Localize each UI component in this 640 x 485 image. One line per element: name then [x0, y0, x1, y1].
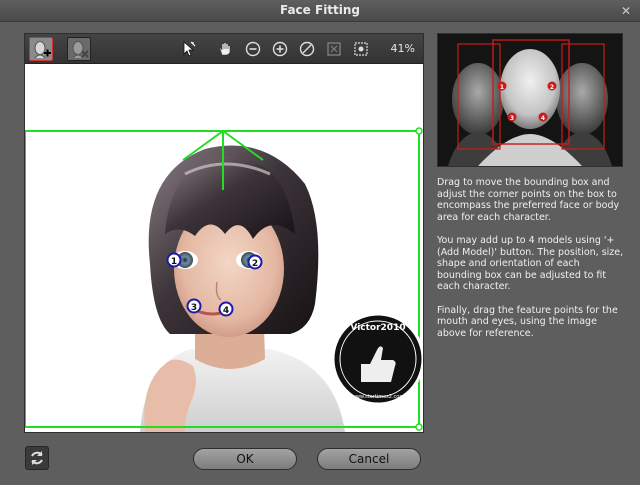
cancel-button[interactable]: Cancel: [317, 448, 421, 470]
select-pointer-icon[interactable]: [181, 41, 197, 57]
face-image[interactable]: 1 2 3 4 Victor2010 www.startimes2.com: [25, 64, 423, 432]
bounding-box-corner[interactable]: [415, 423, 423, 431]
feature-point-1-label: 1: [171, 257, 177, 267]
watermark-text: Victor2010: [350, 323, 405, 333]
fit-icon[interactable]: [326, 41, 342, 57]
refresh-icon: [31, 451, 43, 465]
reference-image: 1 2 3 4: [437, 33, 623, 167]
svg-text:3: 3: [510, 115, 514, 122]
help-paragraph-1: Drag to move the bounding box and adjust…: [437, 177, 620, 223]
viewer-toolbar: 41%: [25, 34, 423, 64]
reset-icon[interactable]: [299, 41, 315, 57]
svg-text:1: 1: [500, 84, 504, 91]
title-bar: Face Fitting ✕: [0, 0, 640, 22]
fit-to-window-icon[interactable]: [353, 41, 369, 57]
bounding-box-corner[interactable]: [415, 127, 423, 135]
watermark-logo: Victor2010 www.startimes2.com: [331, 312, 423, 406]
zoom-in-icon[interactable]: [272, 41, 288, 57]
feature-point-1[interactable]: 1: [166, 252, 182, 268]
close-icon[interactable]: ✕: [620, 5, 632, 17]
ok-button[interactable]: OK: [193, 448, 297, 470]
feature-point-4-label: 4: [223, 306, 229, 316]
feature-point-3[interactable]: 3: [186, 298, 202, 314]
svg-text:4: 4: [541, 115, 545, 122]
help-paragraph-2: You may add up to 4 models using '+ (Add…: [437, 234, 624, 293]
help-paragraph-3: Finally, drag the feature points for the…: [437, 304, 618, 339]
zoom-level: 41%: [390, 42, 415, 55]
feature-point-4[interactable]: 4: [218, 301, 234, 317]
feature-point-2[interactable]: 2: [247, 254, 263, 270]
add-model-icon[interactable]: [29, 37, 53, 61]
refresh-button[interactable]: [25, 446, 49, 470]
zoom-out-icon[interactable]: [245, 41, 261, 57]
pan-hand-icon[interactable]: [217, 41, 233, 57]
feature-point-3-label: 3: [191, 303, 197, 313]
svg-text:2: 2: [550, 84, 554, 91]
help-text: Drag to move the bounding box and adjust…: [437, 177, 627, 351]
watermark-url: www.startimes2.com: [352, 394, 405, 400]
window-title: Face Fitting: [279, 3, 361, 17]
remove-model-icon[interactable]: [67, 37, 91, 61]
feature-point-2-label: 2: [252, 259, 258, 269]
face-viewer[interactable]: 41% 1 2 3 4 Victor2010 www.startimes2.co…: [24, 33, 424, 433]
